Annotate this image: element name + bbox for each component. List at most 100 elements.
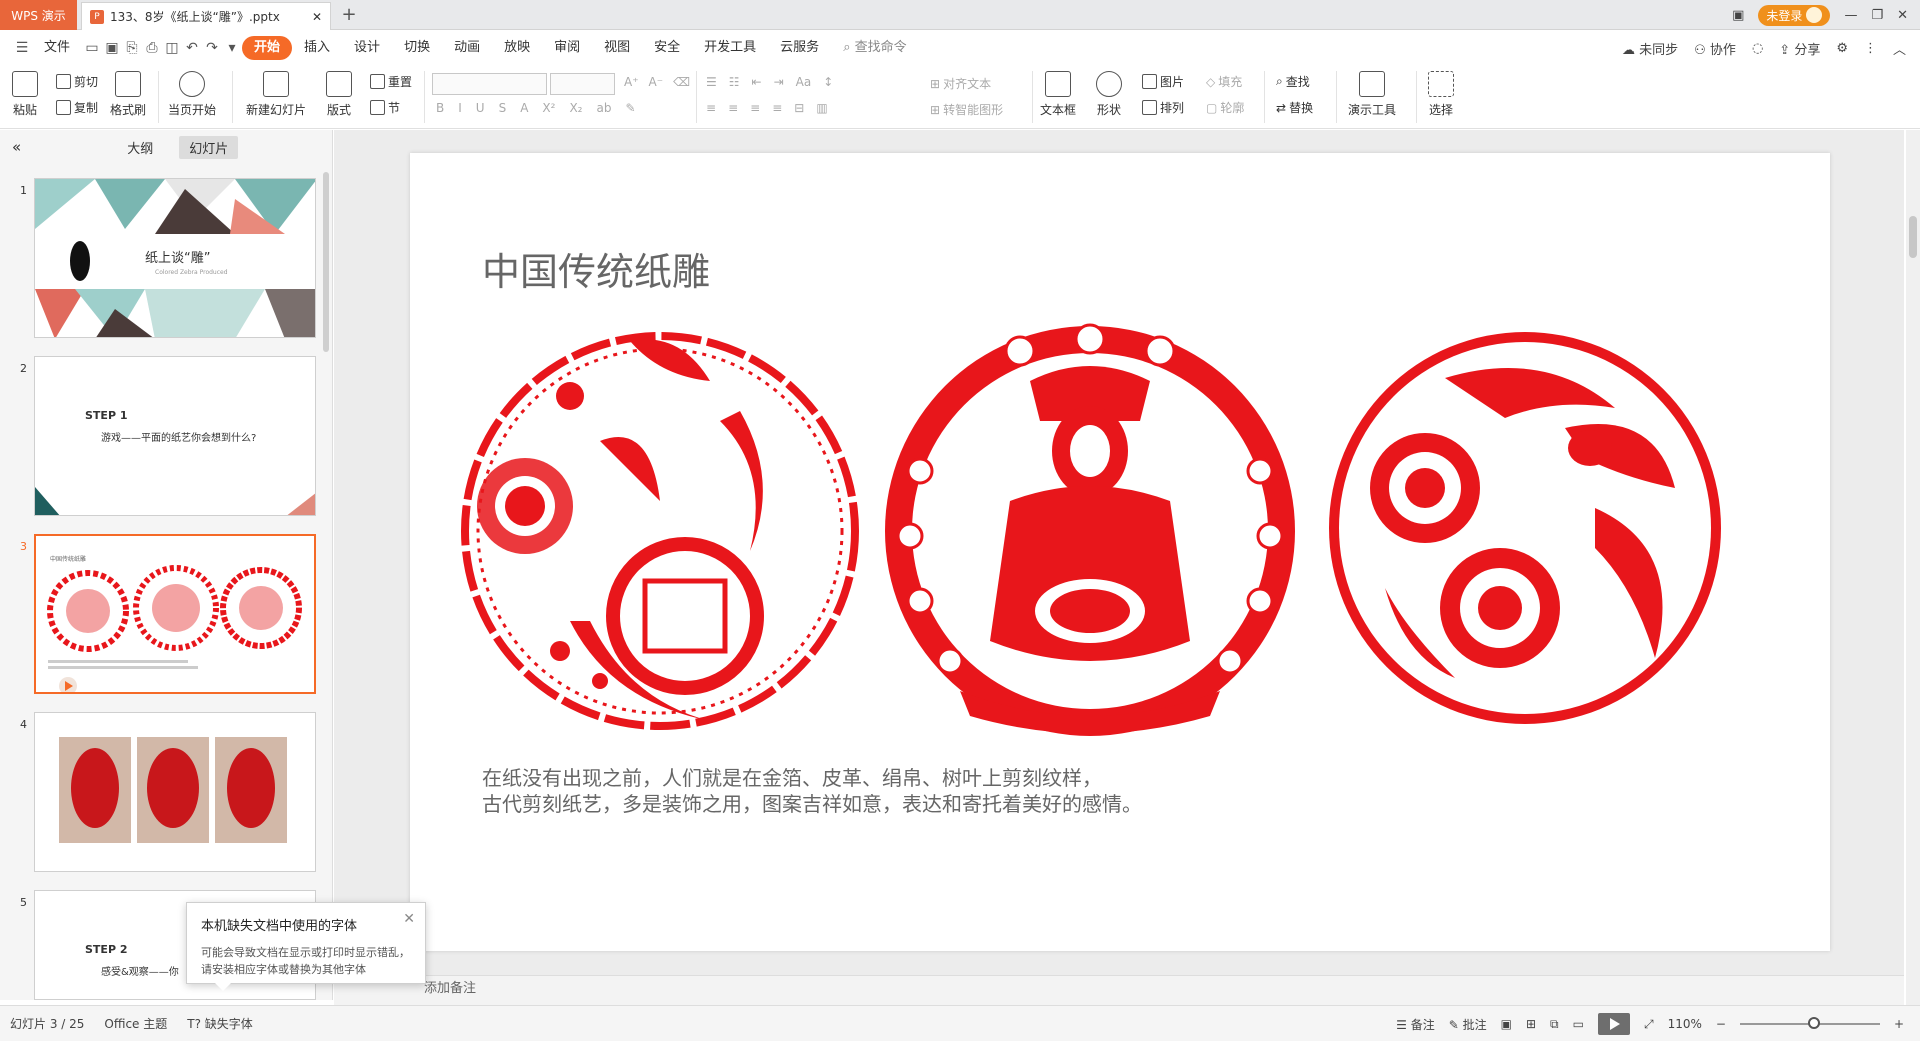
more-options-icon[interactable]: ⋮: [1864, 41, 1877, 56]
indent-increase-icon[interactable]: ⇥: [774, 75, 784, 89]
cut-button[interactable]: 剪切: [56, 73, 98, 90]
layout-icon[interactable]: ▣: [1732, 8, 1744, 23]
scrollbar-thumb[interactable]: [1909, 216, 1917, 258]
current-slide[interactable]: 中国传统纸雕 在纸没有出现之前，人们就是在金箔、皮革、绢帛、树叶上剪刻纹样， 古…: [410, 153, 1830, 951]
replace-button[interactable]: ⇄ 替换: [1276, 99, 1313, 116]
tab-security[interactable]: 安全: [642, 36, 692, 60]
app-tab[interactable]: WPS 演示: [0, 0, 77, 30]
font-size-select[interactable]: [550, 73, 615, 95]
zoom-slider-knob[interactable]: [1807, 1017, 1820, 1029]
normal-view-icon[interactable]: ▣: [1501, 1017, 1512, 1031]
play-slideshow-button[interactable]: [1597, 1013, 1630, 1035]
fill-button[interactable]: ◇ 填充: [1206, 73, 1242, 90]
indent-decrease-icon[interactable]: ⇤: [752, 75, 762, 89]
hamburger-icon[interactable]: ☰: [12, 38, 32, 58]
bullets-icon[interactable]: ☰: [706, 75, 717, 89]
smart-art-button[interactable]: ⊞ 转智能图形: [930, 101, 1003, 118]
slide-title[interactable]: 中国传统纸雕: [482, 241, 710, 296]
align-center-icon[interactable]: ≡: [728, 101, 738, 115]
collaborate-button[interactable]: ⚇ 协作: [1694, 39, 1736, 58]
subscript-icon[interactable]: X₂: [569, 101, 582, 115]
bold-icon[interactable]: B: [436, 101, 444, 115]
restore-icon[interactable]: ❐: [1871, 8, 1883, 23]
align-text-button[interactable]: ⊞ 对齐文本: [930, 75, 991, 92]
collapse-panel-icon[interactable]: «: [12, 138, 21, 156]
tab-slides[interactable]: 幻灯片: [179, 135, 239, 159]
zoom-out-icon[interactable]: −: [1716, 1017, 1726, 1031]
shape-button[interactable]: 形状: [1096, 71, 1122, 118]
justify-icon[interactable]: ≡: [772, 101, 782, 115]
missing-font-button[interactable]: T? 缺失字体: [177, 1015, 263, 1032]
new-slide-button[interactable]: 新建幻灯片: [246, 71, 306, 118]
highlight-icon[interactable]: ✎: [625, 101, 635, 115]
export-icon[interactable]: ⎘: [122, 38, 142, 58]
slide-thumbnail-3[interactable]: 中国传统纸雕: [34, 534, 316, 694]
close-tooltip-icon[interactable]: ✕: [403, 911, 415, 927]
superscript-icon[interactable]: X²: [542, 101, 555, 115]
slide-thumbnail-4[interactable]: [34, 712, 316, 872]
zoom-in-icon[interactable]: +: [1894, 1017, 1904, 1031]
arrange-button[interactable]: 排列: [1142, 99, 1184, 116]
align-left-icon[interactable]: ≡: [706, 101, 716, 115]
phonetic-icon[interactable]: ab: [596, 101, 611, 115]
tab-developer[interactable]: 开发工具: [692, 36, 768, 60]
find-button[interactable]: ⌕ 查找: [1276, 73, 1310, 90]
select-button[interactable]: 选择: [1428, 71, 1454, 118]
collapse-ribbon-icon[interactable]: ︿: [1893, 39, 1906, 58]
italic-icon[interactable]: I: [458, 101, 462, 115]
present-tools-button[interactable]: 演示工具: [1348, 71, 1396, 118]
section-button[interactable]: 节: [370, 99, 400, 116]
from-current-button[interactable]: 当页开始: [168, 71, 216, 118]
tab-slideshow[interactable]: 放映: [492, 36, 542, 60]
search-command[interactable]: ⌕ 查找命令: [831, 36, 918, 60]
grow-font-icon[interactable]: A⁺: [624, 75, 639, 89]
login-button[interactable]: 未登录: [1758, 4, 1831, 26]
outline-button[interactable]: ▢ 轮廓: [1206, 99, 1244, 116]
copy-button[interactable]: 复制: [56, 99, 98, 116]
font-family-select[interactable]: [432, 73, 547, 95]
reading-view-icon[interactable]: ⧉: [1550, 1017, 1559, 1032]
tab-cloud[interactable]: 云服务: [768, 36, 831, 60]
columns-icon[interactable]: ▥: [816, 101, 827, 115]
tab-transition[interactable]: 切换: [392, 36, 442, 60]
clear-format-icon[interactable]: ⌫: [673, 75, 690, 89]
chat-icon[interactable]: ◌: [1752, 41, 1763, 56]
document-tab[interactable]: P 133、8岁《纸上谈“雕”》.pptx ✕: [81, 2, 331, 30]
new-tab-button[interactable]: +: [338, 4, 360, 26]
notes-pane[interactable]: 添加备注: [334, 975, 1904, 1005]
text-case-icon[interactable]: Aa: [796, 75, 812, 89]
zoom-level[interactable]: 110%: [1668, 1017, 1702, 1031]
print-icon[interactable]: ⎙: [142, 38, 162, 58]
picture-button[interactable]: 图片: [1142, 73, 1184, 90]
tab-outline[interactable]: 大纲: [117, 136, 163, 159]
format-painter-button[interactable]: 格式刷: [110, 71, 146, 118]
file-menu[interactable]: 文件: [32, 36, 82, 60]
line-spacing-icon[interactable]: ↕: [823, 75, 833, 89]
preview-icon[interactable]: ◫: [162, 38, 182, 58]
numbering-icon[interactable]: ☷: [729, 75, 740, 89]
theme-name[interactable]: Office 主题: [94, 1015, 177, 1032]
open-icon[interactable]: ▭: [82, 38, 102, 58]
paste-button[interactable]: 粘贴: [12, 71, 38, 118]
presenter-icon[interactable]: ▭: [1573, 1017, 1584, 1031]
strikethrough-icon[interactable]: S: [499, 101, 507, 115]
underline-icon[interactable]: U: [476, 101, 485, 115]
close-tab-icon[interactable]: ✕: [312, 10, 322, 24]
papercut-phoenix-peony[interactable]: [450, 321, 870, 741]
zoom-slider[interactable]: [1739, 1017, 1880, 1029]
redo-icon[interactable]: ↷: [202, 38, 222, 58]
save-icon[interactable]: ▣: [102, 38, 122, 58]
share-button[interactable]: ⇪ 分享: [1779, 39, 1820, 58]
notes-toggle[interactable]: ☰ 备注: [1396, 1016, 1435, 1033]
papercut-phoenix-flower[interactable]: [1325, 328, 1725, 728]
minimize-icon[interactable]: —: [1844, 8, 1857, 23]
comment-toggle[interactable]: ✎ 批注: [1449, 1016, 1487, 1033]
close-window-icon[interactable]: ✕: [1897, 8, 1908, 23]
tab-review[interactable]: 审阅: [542, 36, 592, 60]
textbox-button[interactable]: 文本框: [1040, 71, 1076, 118]
slide-thumbnail-2[interactable]: STEP 1 游戏——平面的纸艺你会想到什么?: [34, 356, 316, 516]
tab-view[interactable]: 视图: [592, 36, 642, 60]
tab-animation[interactable]: 动画: [442, 36, 492, 60]
settings-icon[interactable]: ⚙: [1836, 41, 1848, 56]
slide-thumbnail-1[interactable]: 纸上谈“雕” Colored Zebra Produced: [34, 178, 316, 338]
